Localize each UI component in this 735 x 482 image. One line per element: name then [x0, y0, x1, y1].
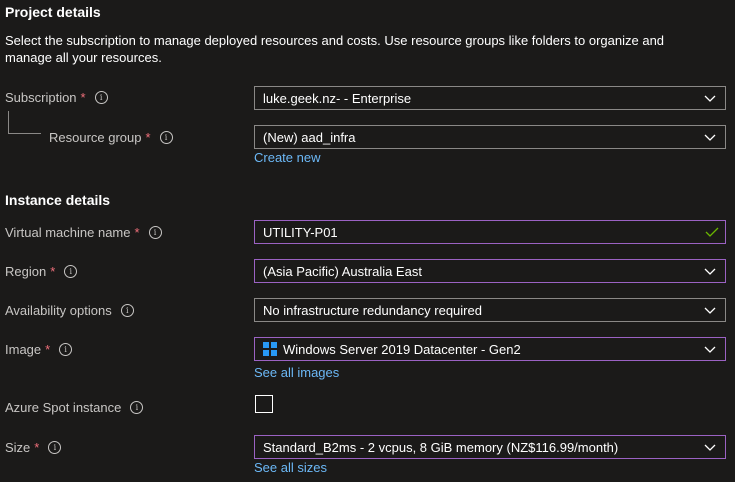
- chevron-down-icon: [704, 444, 716, 451]
- required-marker: *: [134, 225, 140, 240]
- resource-group-value: (New) aad_infra: [263, 129, 356, 145]
- create-new-link[interactable]: Create new: [254, 150, 320, 165]
- size-value: Standard_B2ms - 2 vcpus, 8 GiB memory (N…: [263, 439, 619, 455]
- info-icon[interactable]: i: [130, 401, 144, 414]
- required-marker: *: [45, 342, 51, 357]
- project-details-description: Select the subscription to manage deploy…: [5, 33, 665, 65]
- info-icon[interactable]: i: [159, 131, 173, 144]
- subscription-value: luke.geek.nz- - Enterprise: [263, 90, 412, 106]
- availability-label: Availability options: [5, 303, 112, 318]
- required-marker: *: [34, 440, 40, 455]
- info-icon[interactable]: i: [59, 343, 73, 356]
- vm-name-label: Virtual machine name: [5, 225, 131, 240]
- resource-group-label-row: Resource group * i: [49, 130, 173, 145]
- vm-name-input[interactable]: UTILITY-P01: [254, 220, 726, 244]
- project-details-heading: Project details: [5, 4, 101, 20]
- chevron-down-icon: [704, 307, 716, 314]
- chevron-down-icon: [704, 95, 716, 102]
- resource-group-label: Resource group: [49, 130, 142, 145]
- spot-label-row: Azure Spot instance i: [5, 400, 144, 415]
- subscription-dropdown[interactable]: luke.geek.nz- - Enterprise: [254, 86, 726, 110]
- availability-label-row: Availability options i: [5, 303, 134, 318]
- info-icon[interactable]: i: [120, 304, 134, 317]
- see-all-sizes-link[interactable]: See all sizes: [254, 460, 327, 475]
- checkmark-icon: [705, 227, 719, 237]
- image-dropdown[interactable]: Windows Server 2019 Datacenter - Gen2: [254, 337, 726, 361]
- required-marker: *: [145, 130, 151, 145]
- subscription-label: Subscription: [5, 90, 77, 105]
- resource-group-dropdown[interactable]: (New) aad_infra: [254, 125, 726, 149]
- info-icon[interactable]: i: [94, 91, 108, 104]
- availability-value: No infrastructure redundancy required: [263, 302, 482, 318]
- info-icon[interactable]: i: [64, 265, 78, 278]
- windows-logo-icon: [263, 342, 277, 356]
- instance-details-heading: Instance details: [5, 192, 111, 208]
- region-dropdown[interactable]: (Asia Pacific) Australia East: [254, 259, 726, 283]
- chevron-down-icon: [704, 346, 716, 353]
- chevron-down-icon: [704, 134, 716, 141]
- chevron-down-icon: [704, 268, 716, 275]
- vm-name-label-row: Virtual machine name * i: [5, 225, 162, 240]
- required-marker: *: [50, 264, 56, 279]
- image-label: Image: [5, 342, 42, 357]
- region-label-row: Region * i: [5, 264, 78, 279]
- size-label-row: Size * i: [5, 440, 62, 455]
- size-dropdown[interactable]: Standard_B2ms - 2 vcpus, 8 GiB memory (N…: [254, 435, 726, 459]
- availability-dropdown[interactable]: No infrastructure redundancy required: [254, 298, 726, 322]
- image-value: Windows Server 2019 Datacenter - Gen2: [283, 341, 521, 357]
- size-label: Size: [5, 440, 31, 455]
- azure-spot-checkbox[interactable]: [255, 395, 273, 413]
- region-value: (Asia Pacific) Australia East: [263, 263, 422, 279]
- spot-label: Azure Spot instance: [5, 400, 122, 415]
- image-label-row: Image * i: [5, 342, 73, 357]
- tree-connector: [8, 111, 41, 134]
- region-label: Region: [5, 264, 47, 279]
- required-marker: *: [80, 90, 86, 105]
- see-all-images-link[interactable]: See all images: [254, 365, 339, 380]
- info-icon[interactable]: i: [48, 441, 62, 454]
- vm-name-value: UTILITY-P01: [263, 224, 338, 240]
- subscription-label-row: Subscription * i: [5, 90, 108, 105]
- info-icon[interactable]: i: [148, 226, 162, 239]
